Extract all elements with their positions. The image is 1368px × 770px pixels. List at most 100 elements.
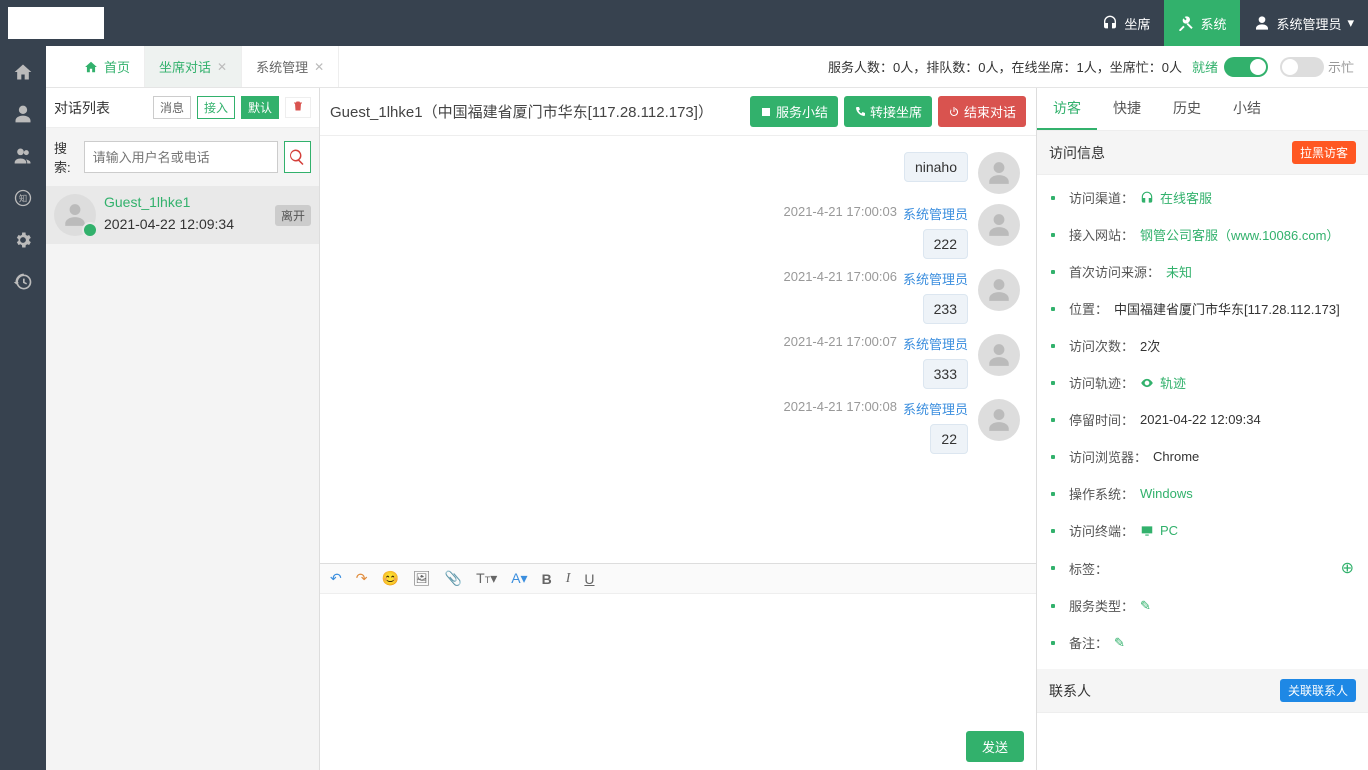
conversation-time: 2021-04-22 12:09:34 [104,216,234,232]
conversation-list-panel: 对话列表 消息 接入 默认 搜索: Guest_1lhke1 2021-04-2… [46,88,320,770]
headset-icon [1102,15,1118,31]
info-terminal: 访问终端：PC [1043,512,1362,549]
filter-msg[interactable]: 消息 [153,96,191,119]
tab-home-label: 首页 [104,57,130,76]
info-first: 首次访问来源：未知 [1043,253,1362,290]
left-rail: 知 [0,46,46,770]
emoji-icon[interactable]: 😊 [381,570,398,587]
message-bubble: 222 [923,229,968,259]
message-row: 2021-4-21 17:00:03系统管理员 222 [336,204,1020,259]
user-icon[interactable] [13,104,33,124]
avatar [978,334,1020,376]
font-color-icon[interactable]: A▾ [511,570,527,587]
avatar [978,152,1020,194]
tab-chat[interactable]: 坐席对话 ✕ [145,46,242,87]
editor-toolbar: ↶ ↷ 😊 🖼 📎 TT▾ A▾ B I U [320,563,1036,593]
leave-chip: 离开 [275,205,311,226]
status-text: 服务人数：0人，排队数：0人，在线坐席：1人，坐席忙：0人 [828,57,1182,76]
info-location: 位置：中国福建省厦门市华东[117.28.112.173] [1043,290,1362,327]
chat-scroll[interactable]: ninaho2021-4-21 17:00:03系统管理员2222021-4-2… [320,136,1036,563]
busy-label: 示忙 [1328,57,1354,76]
admin-menu[interactable]: 系统管理员 ▾ [1240,0,1368,46]
info-type: 服务类型：✎ [1043,587,1362,624]
org-icon[interactable] [13,146,33,166]
avatar [54,194,96,236]
close-icon[interactable]: ✕ [217,60,227,74]
trash-icon[interactable] [285,97,311,118]
chat-panel: Guest_1lhke1（中国福建省厦门市华东[117.28.112.173]）… [320,88,1036,770]
message-bubble: 233 [923,294,968,324]
info-tab-history[interactable]: 历史 [1157,88,1217,130]
edit-type-button[interactable]: ✎ [1140,598,1151,614]
gear-icon[interactable] [13,230,33,250]
undo-icon[interactable]: ↶ [330,570,342,587]
busy-toggle[interactable] [1280,57,1324,77]
headset-icon [1140,191,1154,205]
message-meta: 2021-4-21 17:00:03系统管理员 [784,204,969,223]
seat-label: 坐席 [1124,14,1150,33]
end-chat-label: 结束对话 [964,102,1016,121]
search-input[interactable] [84,141,278,173]
info-channel: 访问渠道：在线客服 [1043,179,1362,216]
info-stay: 停留时间：2021-04-22 12:09:34 [1043,401,1362,438]
filter-default[interactable]: 默认 [241,96,279,119]
info-tab-summary[interactable]: 小结 [1217,88,1277,130]
underline-icon[interactable]: U [584,571,594,587]
info-tab-visitor[interactable]: 访客 [1037,88,1097,130]
message-editor[interactable] [320,593,1036,723]
avatar [978,399,1020,441]
search-icon [288,148,306,166]
svg-text:知: 知 [19,193,27,203]
system-button[interactable]: 系统 [1164,0,1240,46]
avatar [978,269,1020,311]
tab-admin[interactable]: 系统管理 ✕ [242,46,339,87]
avatar [978,204,1020,246]
info-site: 接入网站：钢管公司客服（www.10086.com） [1043,216,1362,253]
info-count: 访问次数：2次 [1043,327,1362,364]
end-chat-button[interactable]: 结束对话 [938,96,1026,127]
blacklist-button[interactable]: 拉黑访客 [1292,141,1356,164]
tabs-row: 首页 坐席对话 ✕ 系统管理 ✕ 服务人数：0人，排队数：0人，在线坐席：1人，… [46,46,1368,88]
tab-home[interactable]: 首页 [70,46,145,87]
add-tag-button[interactable]: ⊕ [1341,558,1354,578]
conversation-item[interactable]: Guest_1lhke1 2021-04-22 12:09:34 离开 [46,186,319,244]
italic-icon[interactable]: I [566,571,571,587]
home-icon [84,60,98,74]
info-tab-quick[interactable]: 快捷 [1097,88,1157,130]
redo-icon[interactable]: ↷ [356,570,368,587]
contacts-title: 联系人 [1049,681,1280,701]
service-summary-button[interactable]: 服务小结 [750,96,838,127]
bold-icon[interactable]: B [542,571,552,587]
attach-icon[interactable]: 📎 [445,570,462,587]
info-note: 备注：✎ [1043,624,1362,661]
home-icon[interactable] [13,62,33,82]
ready-label: 就绪 [1192,57,1218,76]
search-button[interactable] [284,141,311,173]
transfer-label: 转接坐席 [870,102,922,121]
seat-button[interactable]: 坐席 [1088,0,1164,46]
power-icon [948,106,960,118]
link-contact-button[interactable]: 关联联系人 [1280,679,1356,702]
knowledge-icon[interactable]: 知 [13,188,33,208]
transfer-button[interactable]: 转接坐席 [844,96,932,127]
message-meta: 2021-4-21 17:00:06系统管理员 [784,269,969,288]
status-bar: 服务人数：0人，排队数：0人，在线坐席：1人，坐席忙：0人 就绪 示忙 [339,46,1368,87]
close-icon[interactable]: ✕ [314,60,324,74]
edit-note-button[interactable]: ✎ [1114,635,1125,651]
message-bubble: ninaho [904,152,968,182]
message-row: 2021-4-21 17:00:08系统管理员22 [336,399,1020,454]
message-row: ninaho [336,152,1020,194]
info-os: 操作系统：Windows [1043,475,1362,512]
tab-chat-label: 坐席对话 [159,57,211,76]
send-button[interactable]: 发送 [966,731,1024,762]
phone-icon [854,106,866,118]
filter-in[interactable]: 接入 [197,96,235,119]
history-icon[interactable] [13,272,33,292]
font-size-icon[interactable]: TT▾ [476,570,497,587]
info-trace: 访问轨迹：轨迹 [1043,364,1362,401]
search-label: 搜索: [54,138,78,176]
ready-toggle[interactable] [1224,57,1268,77]
system-label: 系统 [1200,14,1226,33]
message-meta: 2021-4-21 17:00:07系统管理员 [784,334,969,353]
image-icon[interactable]: 🖼 [413,570,431,587]
